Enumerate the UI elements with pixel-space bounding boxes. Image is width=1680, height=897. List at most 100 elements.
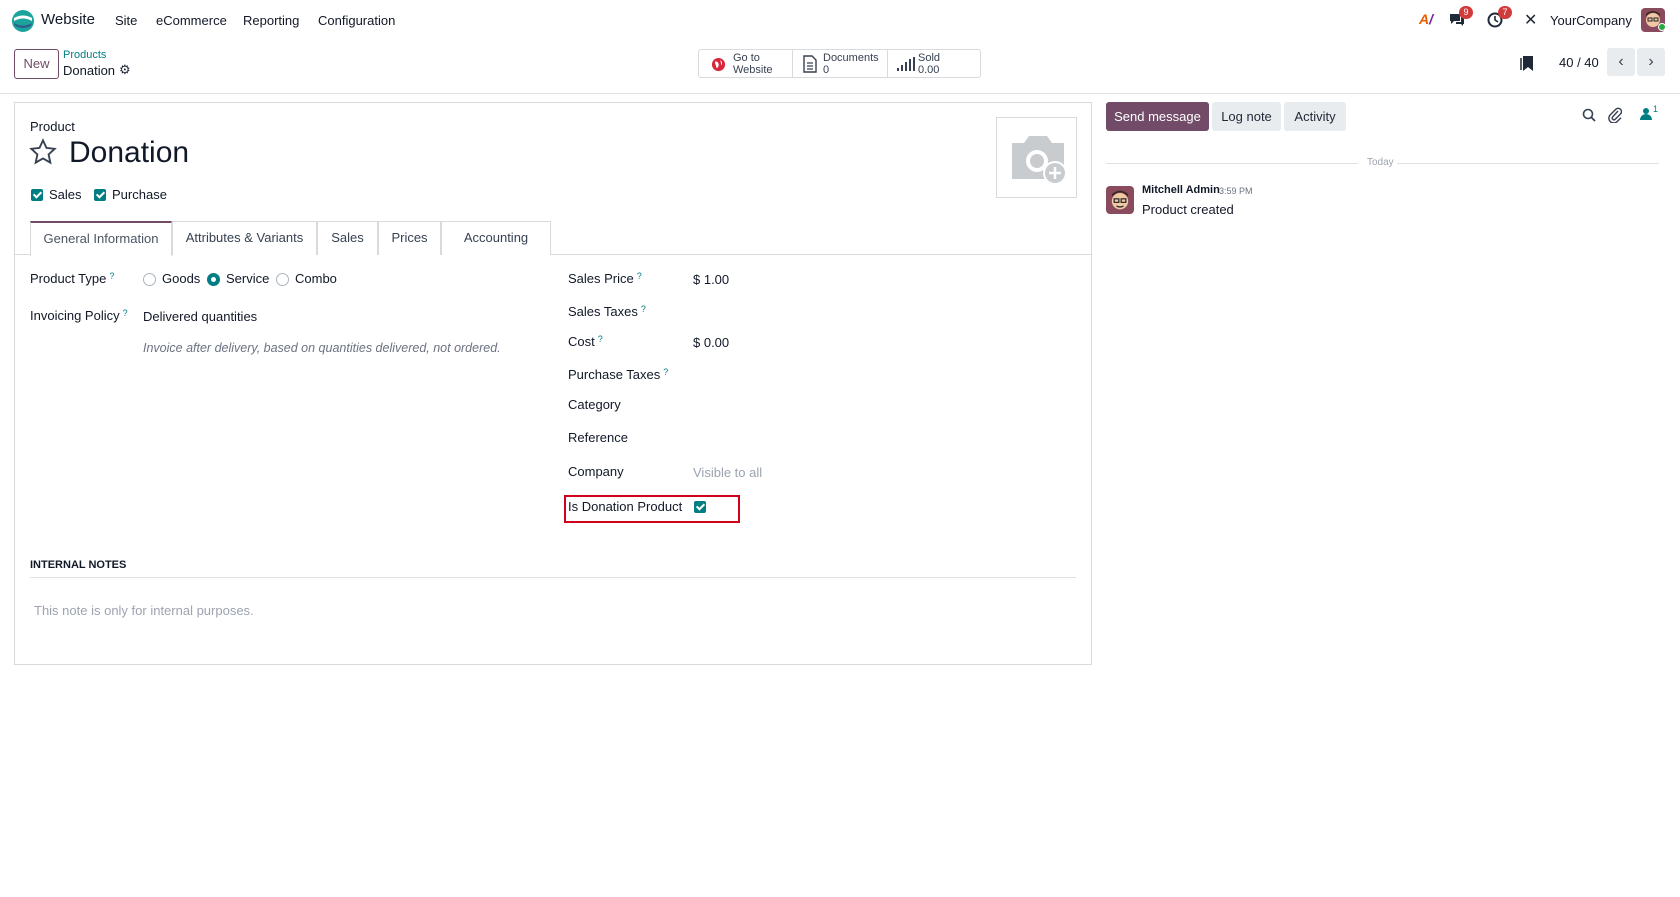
radio-goods-label[interactable]: Goods [162,271,200,286]
menu-reporting[interactable]: Reporting [243,13,299,28]
help-icon[interactable]: ? [641,304,646,314]
cost-input[interactable]: $ 0.00 [693,335,729,350]
menu-ecommerce[interactable]: eCommerce [156,13,227,28]
messages-badge: 9 [1459,6,1473,19]
sales-taxes-label-text: Sales Taxes [568,304,638,319]
date-separator: Today [1367,157,1394,168]
cost-label-text: Cost [568,334,595,349]
send-message-button[interactable]: Send message [1106,102,1209,131]
invoicing-policy-label-text: Invoicing Policy [30,308,120,323]
category-input[interactable] [693,392,1083,414]
ai-icon[interactable]: A/ [1419,11,1433,27]
tab-prices[interactable]: Prices [378,221,441,255]
online-status-icon [1658,23,1666,31]
followers-button[interactable]: 1 [1640,104,1658,123]
smart-line1: Go to [733,52,760,64]
cost-label: Cost? [568,334,603,349]
purchase-taxes-label-text: Purchase Taxes [568,367,661,382]
radio-service[interactable] [207,273,220,286]
log-note-button[interactable]: Log note [1212,102,1281,131]
website-app-icon[interactable] [11,9,35,33]
camera-add-icon [1012,136,1067,185]
product-type-label-text: Product Type [30,271,107,286]
date-separator-line [1106,163,1358,164]
company-input[interactable]: Visible to all [693,465,762,480]
smart-line2: 0 [823,64,830,76]
sales-checkbox-label: Sales [49,187,82,202]
invoicing-policy-help: Invoice after delivery, based on quantit… [143,341,501,355]
sales-checkbox[interactable] [31,189,43,201]
form-sheet: Product Donation Sales Purchase General … [14,102,1092,665]
activities-badge: 7 [1498,6,1512,19]
donation-checkbox[interactable] [694,501,706,513]
radio-service-label[interactable]: Service [226,271,269,286]
paperclip-icon[interactable] [1608,107,1622,123]
menu-site[interactable]: Site [115,13,137,28]
radio-goods[interactable] [143,273,156,286]
smart-line1: Documents [823,52,879,64]
search-icon[interactable] [1582,108,1596,122]
bar-chart-icon [897,57,915,71]
tab-accounting[interactable]: Accounting [441,221,551,255]
tab-attributes-variants[interactable]: Attributes & Variants [172,221,317,255]
sold-button[interactable]: Sold 0.00 [887,49,981,78]
smart-line1: Sold [918,52,941,64]
internal-notes-divider [30,577,1076,578]
purchase-taxes-label: Purchase Taxes? [568,367,668,382]
purchase-taxes-input[interactable] [693,362,1083,384]
tab-general-information[interactable]: General Information [30,221,172,256]
messages-icon[interactable]: 9 [1448,6,1473,31]
internal-notes-editor[interactable]: This note is only for internal purposes. [34,603,254,618]
menu-configuration[interactable]: Configuration [318,13,395,28]
bookmark-icon[interactable] [1520,55,1534,72]
gear-icon[interactable]: ⚙ [119,62,131,78]
smart-line2: 0.00 [918,64,940,76]
category-label: Category [568,397,621,412]
message-author[interactable]: Mitchell Admin [1142,184,1220,196]
company-switcher[interactable]: YourCompany [1550,13,1632,28]
documents-button[interactable]: Documents 0 [792,49,888,78]
followers-count: 1 [1653,104,1659,114]
star-favorite-icon[interactable] [29,138,57,166]
help-icon[interactable]: ? [637,271,642,281]
top-navbar: Website Site eCommerce Reporting Configu… [0,0,1680,40]
active-tab-gap [31,254,171,256]
app-name[interactable]: Website [41,11,95,28]
go-to-website-button[interactable]: Go to Website [698,49,793,78]
internal-notes-title: INTERNAL NOTES [30,559,127,571]
radio-combo[interactable] [276,273,289,286]
reference-input[interactable] [693,425,1083,447]
pager-value[interactable]: 40 / 40 [1559,55,1599,70]
message-time: 3:59 PM [1219,186,1253,196]
purchase-checkbox[interactable] [94,189,106,201]
product-name[interactable]: Donation [69,136,189,170]
help-icon[interactable]: ? [663,367,668,377]
sales-price-label: Sales Price? [568,271,642,286]
follower-icon [1640,108,1652,120]
sales-price-input[interactable]: $ 1.00 [693,272,729,287]
breadcrumb-products[interactable]: Products [63,49,106,61]
product-label: Product [30,119,75,134]
sales-taxes-input[interactable] [693,299,1083,321]
breadcrumb-current: Donation [63,63,116,78]
sales-price-label-text: Sales Price [568,271,634,286]
pager-previous-button[interactable]: ‹ [1607,48,1635,76]
radio-combo-label[interactable]: Combo [295,271,337,286]
help-icon[interactable]: ? [598,334,603,344]
invoicing-policy-label: Invoicing Policy? [30,308,128,323]
help-icon[interactable]: ? [109,271,114,281]
pager-next-button[interactable]: › [1637,48,1665,76]
activity-button[interactable]: Activity [1284,102,1346,131]
control-panel: New Products Donation ⚙ Go to Website Do… [0,40,1680,94]
activities-icon[interactable]: 7 [1487,6,1512,31]
invoicing-policy-select[interactable]: Delivered quantities [143,309,257,324]
purchase-checkbox-label: Purchase [112,187,167,202]
product-image-upload[interactable] [996,117,1077,198]
message-body: Product created [1142,202,1234,217]
company-label: Company [568,464,624,479]
help-icon[interactable]: ? [123,308,128,318]
message-author-avatar[interactable] [1106,186,1134,214]
new-button[interactable]: New [14,49,59,79]
tools-icon[interactable]: ✕ [1524,10,1537,30]
tab-sales[interactable]: Sales [317,221,378,255]
